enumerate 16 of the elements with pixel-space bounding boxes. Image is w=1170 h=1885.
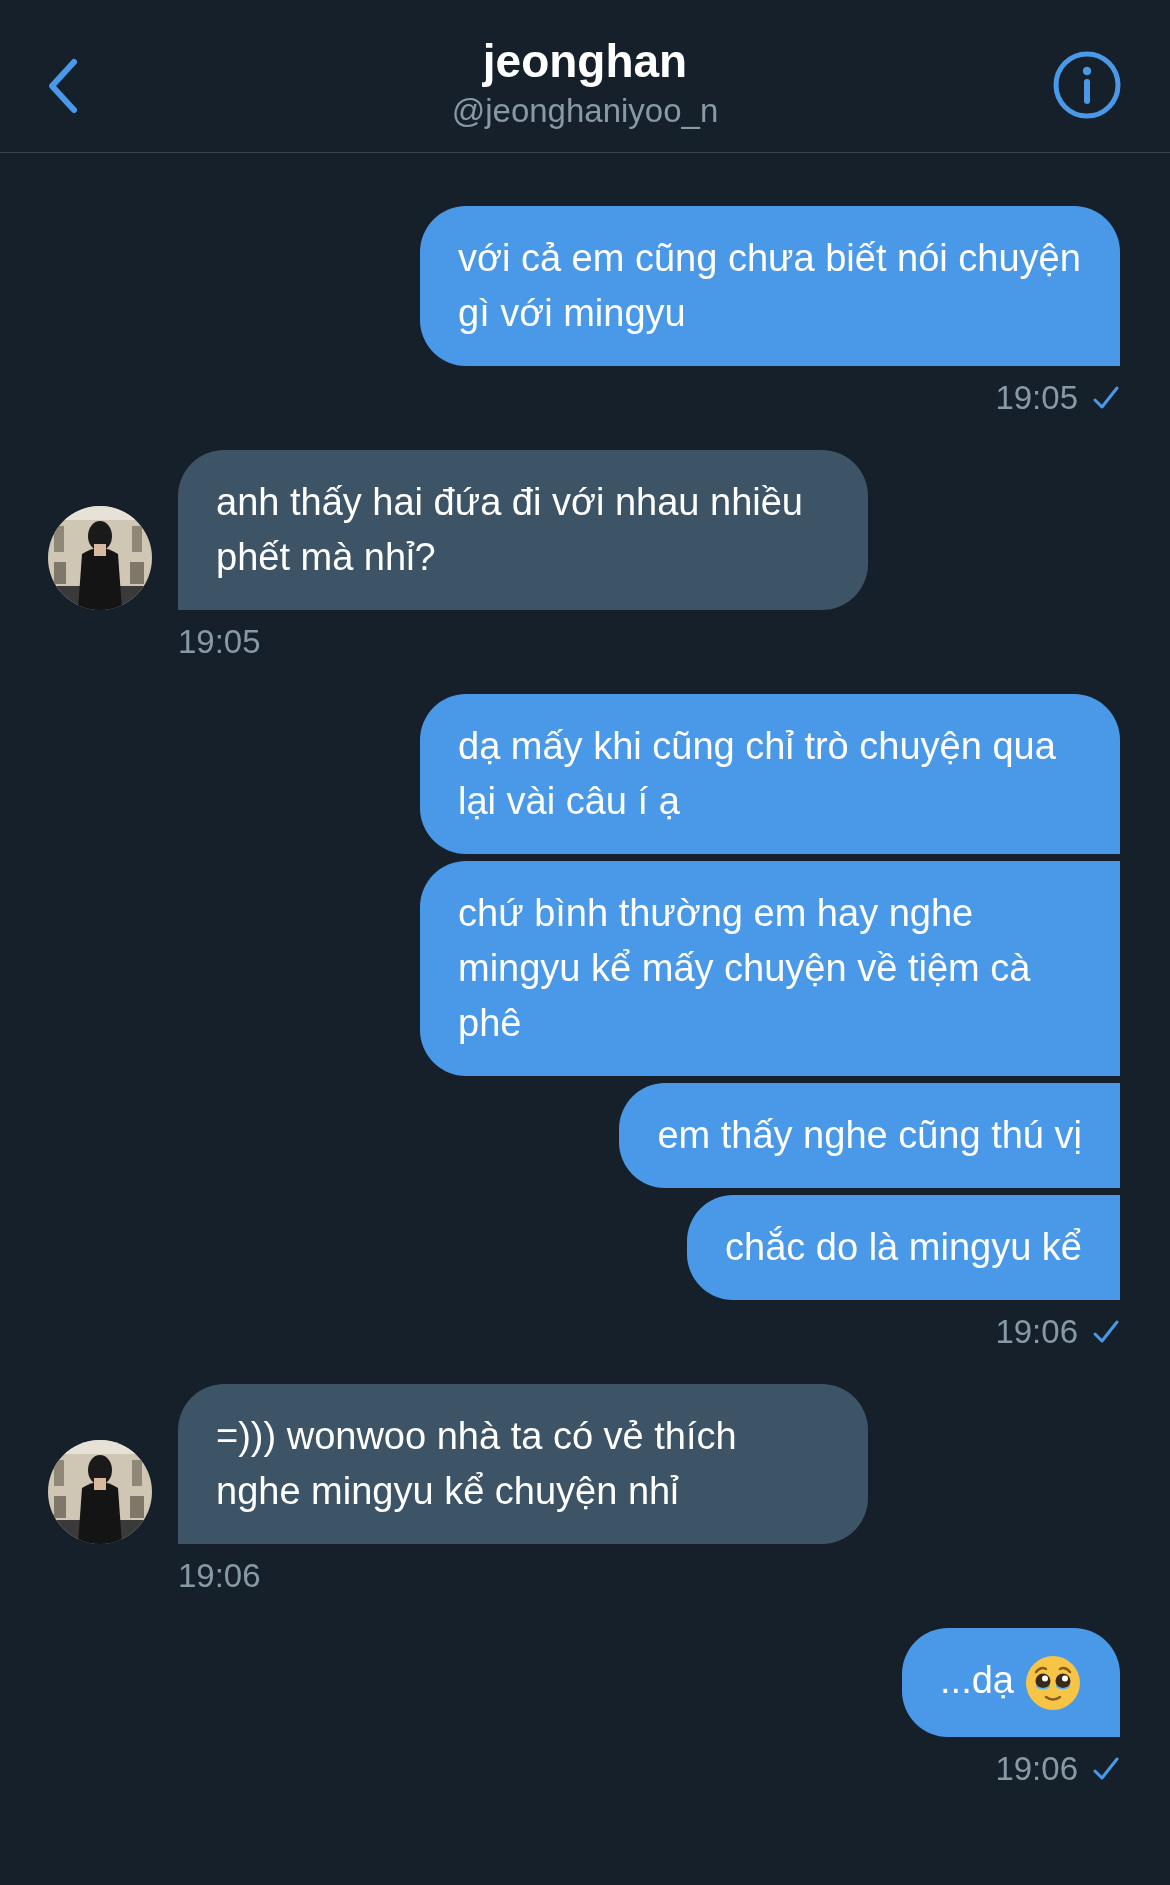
message-bubble: chứ bình thường em hay nghe mingyu kể mấy chuyện về tiệm cà phê xyxy=(420,861,1120,1076)
message-bubble: dạ mấy khi cũng chỉ trò chuyện qua lại vài câu í ạ xyxy=(420,694,1120,854)
message-bubble: =))) wonwoo nhà ta có vẻ thích nghe mingyu kể chuyện nhỉ xyxy=(178,1384,868,1544)
contact-handle: @jeonghaniyoo_n xyxy=(451,90,719,131)
message-bubble: anh thấy hai đứa đi với nhau nhiều phết mà nhỉ? xyxy=(178,450,868,610)
message-bubble: chắc do là mingyu kể xyxy=(687,1195,1120,1300)
message-time: 19:05 xyxy=(995,378,1078,418)
message-time: 19:05 xyxy=(178,622,261,662)
info-button[interactable] xyxy=(1052,50,1122,120)
message-bubble: với cả em cũng chưa biết nói chuyện gì với mingyu xyxy=(420,206,1120,366)
contact-name: jeonghan xyxy=(482,34,688,87)
message-time: 19:06 xyxy=(178,1556,261,1596)
message-time: 19:06 xyxy=(995,1312,1078,1352)
message-time: 19:06 xyxy=(995,1749,1078,1790)
message-bubble: ...dạ xyxy=(902,1628,1120,1738)
message-bubble: em thấy nghe cũng thú vị xyxy=(619,1083,1120,1188)
